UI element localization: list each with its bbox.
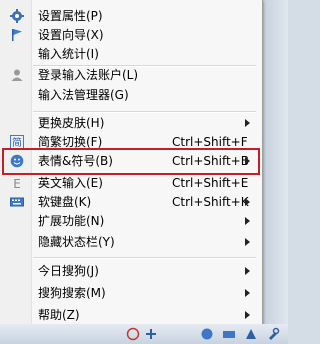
menu-separator: [33, 257, 256, 259]
submenu-arrow-icon: [245, 119, 250, 127]
flag-icon: [12, 29, 22, 41]
menu-item-label: 扩展功能(N): [38, 214, 105, 228]
menu-item-label: 搜狗搜索(M): [38, 286, 106, 300]
ime-status-bar: [0, 324, 288, 344]
menu-item-label: 输入法管理器(G): [38, 88, 129, 102]
menu-item-label: 隐藏状态栏(Y): [38, 235, 115, 249]
tools-icon[interactable]: [266, 327, 280, 341]
submenu-arrow-icon: [245, 198, 250, 206]
skin-icon[interactable]: [244, 327, 258, 341]
submenu-arrow-icon: [245, 217, 250, 225]
menu-item-ime-manager[interactable]: 输入法管理器(G): [0, 84, 262, 106]
traditional-char-icon: 简: [10, 135, 24, 149]
submenu-arrow-icon: [245, 289, 250, 297]
menu-item-today-sogou[interactable]: 今日搜狗(J): [0, 260, 262, 282]
menu-item-login-account[interactable]: 登录输入法账户(L): [0, 64, 262, 86]
menu-item-hide-statusbar[interactable]: 隐藏状态栏(Y): [0, 231, 262, 253]
gear-icon: [10, 9, 24, 23]
submenu-arrow-icon: [245, 311, 250, 319]
menu-item-extensions[interactable]: 扩展功能(N): [0, 210, 262, 232]
keyboard-icon[interactable]: [222, 327, 236, 341]
keyboard-icon: [10, 197, 24, 207]
menu-item-label: 今日搜狗(J): [38, 264, 99, 278]
menu-item-label: 输入统计(I): [38, 47, 99, 61]
submenu-arrow-icon: [245, 267, 250, 275]
user-icon: [11, 69, 23, 81]
submenu-arrow-icon: [245, 238, 250, 246]
menu-item-input-stats[interactable]: 输入统计(I): [0, 43, 262, 65]
menu-item-label: 帮助(Z): [38, 308, 80, 322]
menu-item-sogou-search[interactable]: 搜狗搜索(M): [0, 282, 262, 304]
desktop-background: [262, 0, 288, 344]
input-mode-icon[interactable]: [126, 327, 140, 341]
emoji-icon[interactable]: [200, 327, 214, 341]
menu-item-label: 登录输入法账户(L): [38, 68, 139, 82]
svg-text:E: E: [13, 177, 21, 190]
highlight-box: [2, 148, 260, 175]
context-menu: 设置属性(P) 设置向导(X) 输入统计(I) 登录输入法账户(L) 输入法管理…: [0, 0, 263, 333]
english-e-icon: E: [13, 177, 21, 190]
menu-item-help[interactable]: 帮助(Z): [0, 304, 262, 326]
punct-icon[interactable]: [144, 327, 158, 341]
